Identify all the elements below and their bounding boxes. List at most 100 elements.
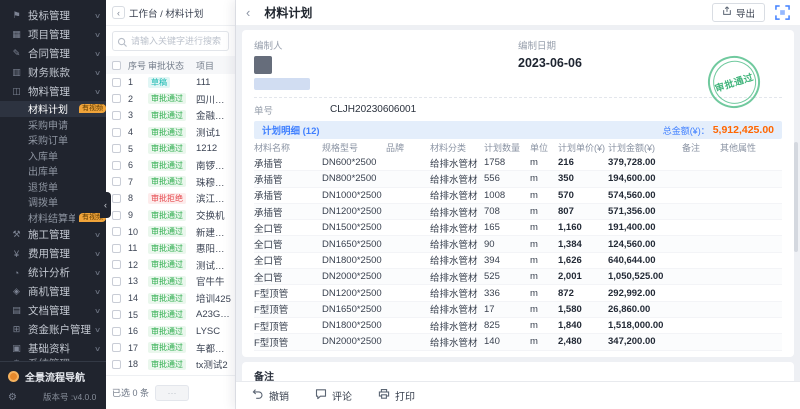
list-item[interactable]: 6审批通过南锣鼓达大… [106,157,235,174]
sidebar-group-资金账户管理[interactable]: ⊞资金账户管理∨ [0,320,106,339]
sidebar-group-基础资料[interactable]: ▣基础资料∨ [0,339,106,358]
comment-button[interactable]: 评论 [315,388,352,403]
sidebar-group-统计分析[interactable]: ◔统计分析∨ [0,263,106,282]
sidebar-item-label: 采购订单 [28,132,106,147]
search-input[interactable] [112,31,229,51]
row-checkbox[interactable] [112,244,121,253]
table-cell: 承插管 [254,188,322,202]
table-cell: 承插管 [254,172,322,186]
list-item[interactable]: 12审批通过测试三环路… [106,257,235,274]
table-row[interactable]: 承插管DN1200*2500给排水管材708m807571,356.00 [254,204,782,220]
table-cell: DN1800*2500 [322,320,386,331]
row-checkbox[interactable] [112,294,121,303]
table-cell: 525 [484,271,530,282]
sidebar-item-采购订单[interactable]: 采购订单 [0,132,106,148]
sidebar-item-出库单[interactable]: 出库单 [0,163,106,179]
sidebar-group-系统管理[interactable]: ⚙系统管理∨ [0,358,106,361]
sidebar-item-退货单[interactable]: 退货单 [0,179,106,195]
list-item[interactable]: 3审批通过金融大厦采… [106,107,235,124]
row-checkbox[interactable] [112,161,121,170]
panorama-nav-label: 全景流程导航 [25,369,85,384]
row-checkbox[interactable] [112,128,121,137]
sidebar-group-投标管理[interactable]: ⚑投标管理∨ [0,6,106,25]
table-row[interactable]: 全口管DN1650*2500给排水管材90m1,384124,560.00 [254,236,782,252]
sidebar-group-费用管理[interactable]: ¥费用管理∨ [0,244,106,263]
docno-row: 单号 CLJH20230606001 [254,100,782,119]
row-checkbox[interactable] [112,310,121,319]
row-checkbox[interactable] [112,94,121,103]
stats-icon: ◔ [10,268,23,278]
undo-button[interactable]: 撤销 [252,388,289,403]
row-checkbox[interactable] [112,177,121,186]
row-checkbox[interactable] [112,277,121,286]
scrollbar-thumb[interactable] [794,142,798,252]
table-row[interactable]: F型顶管DN1650*2500给排水管材17m1,58026,860.00 [254,302,782,318]
list-item[interactable]: 14审批通过培训425 [106,290,235,307]
row-checkbox[interactable] [112,211,121,220]
project-name: 测试1 [196,125,235,139]
table-row[interactable]: F型顶管DN1200*2500给排水管材336m872292,992.00 [254,285,782,301]
list-item[interactable]: 18审批通过tx测试2 [106,356,235,373]
select-all-checkbox[interactable] [112,61,121,70]
material-table-header: 材料名称规格型号品牌材料分类计划数量单位计划单价(¥)计划金额(¥)备注其他属性 [254,139,782,155]
row-checkbox[interactable] [112,111,121,120]
list-item[interactable]: 2审批通过四川市政项… [106,91,235,108]
sidebar-group-商机管理[interactable]: ◈商机管理∨ [0,282,106,301]
list-item[interactable]: 1草稿111 [106,74,235,91]
table-cell: 216 [558,157,608,168]
row-checkbox[interactable] [112,343,121,352]
table-cell: 640,644.00 [608,255,682,266]
sidebar-item-入库单[interactable]: 入库单 [0,148,106,164]
list-item[interactable]: 16审批通过LYSC [106,323,235,340]
row-checkbox[interactable] [112,144,121,153]
list-item[interactable]: 13审批通过官牛牛 [106,273,235,290]
sidebar-item-材料计划[interactable]: 材料计划有视频 [0,101,106,117]
list-item[interactable]: 4审批通过测试1 [106,124,235,141]
table-cell: 90 [484,239,530,250]
panorama-nav-button[interactable]: 全景流程导航 [8,367,98,385]
sidebar-group-项目管理[interactable]: ▦项目管理∨ [0,25,106,44]
sidebar-item-材料结算单[interactable]: 材料结算单有视频 [0,210,106,226]
print-button[interactable]: 打印 [378,388,415,403]
sidebar-group-财务账款[interactable]: ▥财务账款∨ [0,63,106,82]
sidebar-group-物料管理[interactable]: ◫物料管理∨ [0,82,106,101]
row-checkbox[interactable] [112,260,121,269]
detail-back-icon[interactable]: ‹ [246,5,250,20]
list-item[interactable]: 7审批通过珠穆朗玛… [106,174,235,191]
row-checkbox[interactable] [112,360,121,369]
table-cell: 承插管 [254,205,322,219]
gear-icon[interactable]: ⚙ [8,392,17,403]
row-checkbox[interactable] [112,227,121,236]
row-checkbox[interactable] [112,78,121,87]
sidebar-group-施工管理[interactable]: ⚒施工管理∨ [0,225,106,244]
export-button[interactable]: 导出 [712,3,765,22]
list-item[interactable]: 9审批通过交换机 [106,207,235,224]
sidebar-item-调拨单[interactable]: 调拨单 [0,194,106,210]
row-checkbox[interactable] [112,327,121,336]
row-number: 10 [128,227,148,237]
table-row[interactable]: F型顶管DN2000*2500给排水管材140m2,480347,200.00 [254,334,782,350]
table-row[interactable]: 承插管DN600*2500给排水管材1758m216379,728.00 [254,155,782,171]
table-row[interactable]: F型顶管DN1800*2500给排水管材825m1,8401,518,000.0… [254,318,782,334]
list-item[interactable]: 11审批通过惠阳项目 [106,240,235,257]
sidebar-collapse-handle[interactable]: ‹ [100,192,111,218]
more-actions-button[interactable]: ··· [155,385,189,401]
list-item[interactable]: 17审批通过车都大厦 [106,340,235,357]
table-row[interactable]: 承插管DN1000*2500给排水管材1008m570574,560.00 [254,188,782,204]
print-icon [378,388,390,403]
back-icon[interactable]: ‹ [112,6,125,19]
table-row[interactable]: 承插管DN800*2500给排水管材556m350194,600.00 [254,171,782,187]
list-item[interactable]: 10审批通过新建工程-测… [106,223,235,240]
row-checkbox[interactable] [112,194,121,203]
sidebar-group-文档管理[interactable]: ▤文档管理∨ [0,301,106,320]
list-item[interactable]: 8审批拒绝滨江花城10… [106,190,235,207]
sidebar-group-合同管理[interactable]: ✎合同管理∨ [0,44,106,63]
fullscreen-icon[interactable] [775,5,790,20]
table-cell: m [530,320,558,331]
table-row[interactable]: 全口管DN1500*2500给排水管材165m1,160191,400.00 [254,220,782,236]
table-row[interactable]: 全口管DN1800*2500给排水管材394m1,626640,644.00 [254,253,782,269]
table-row[interactable]: 全口管DN2000*2500给排水管材525m2,0011,050,525.00 [254,269,782,285]
sidebar-item-采购申请[interactable]: 采购申请 [0,117,106,133]
list-item[interactable]: 15审批通过A23G2511… [106,306,235,323]
list-item[interactable]: 5审批通过1212 [106,140,235,157]
